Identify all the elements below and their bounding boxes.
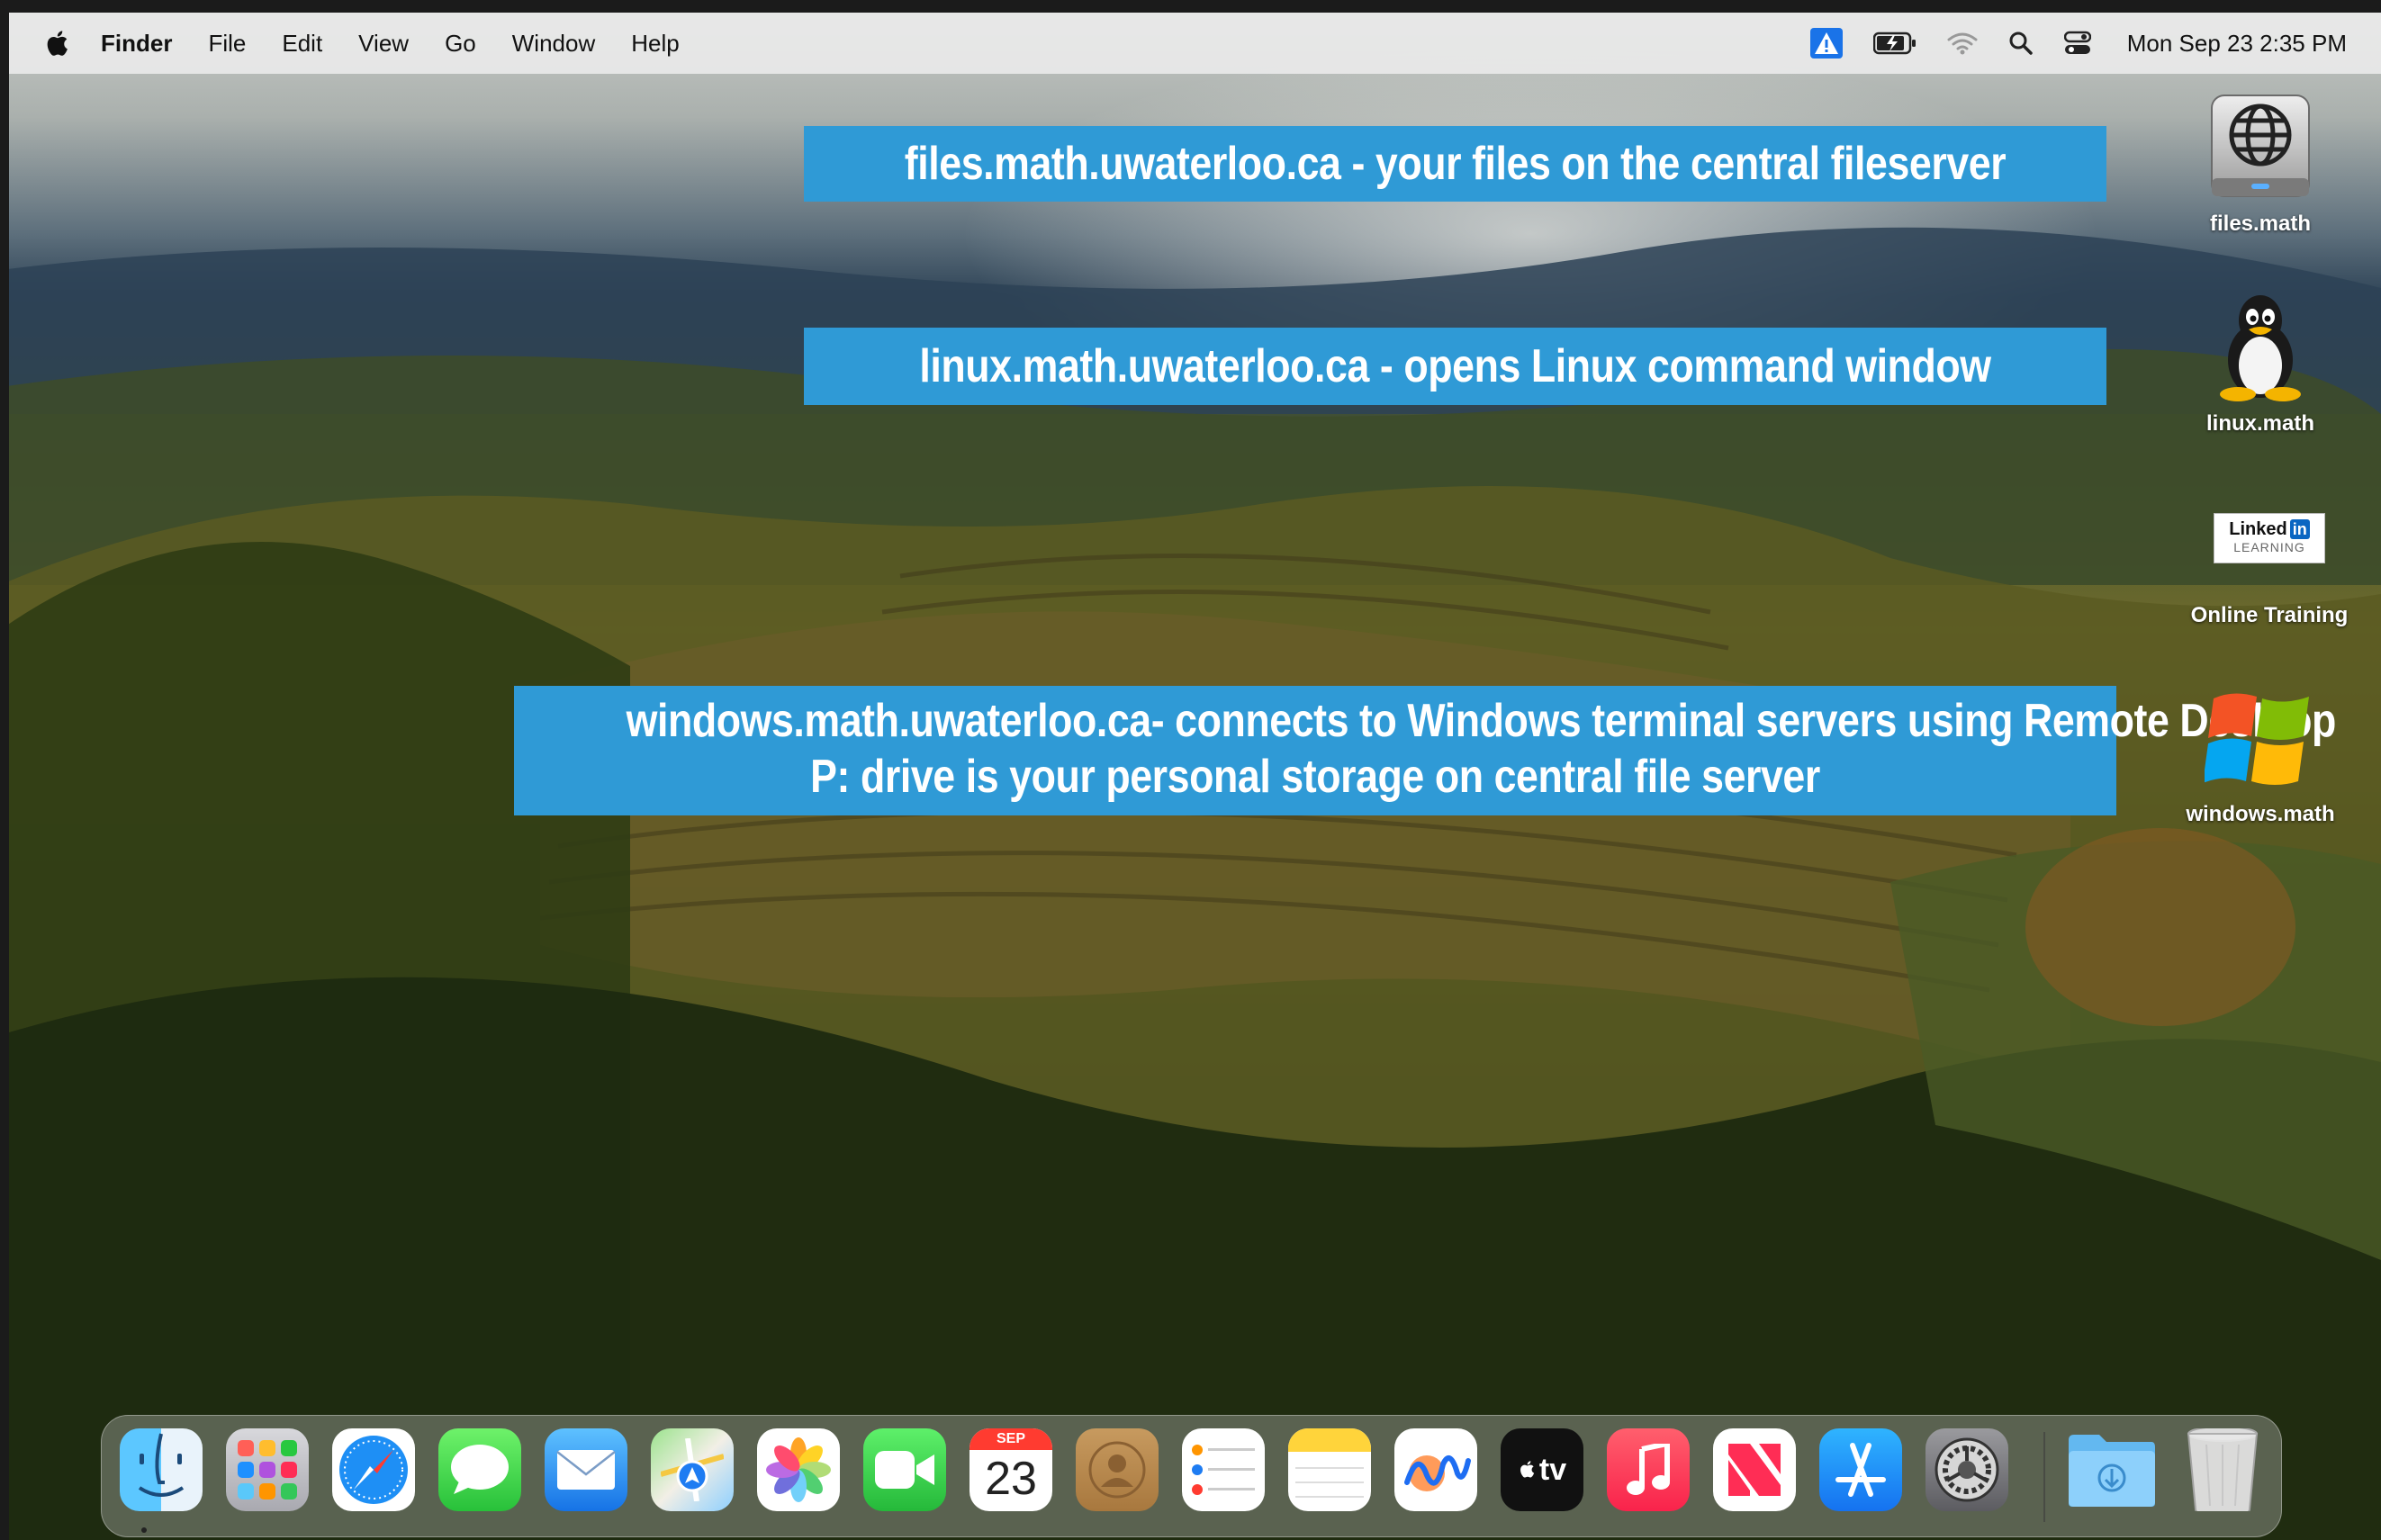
gear-icon [1935,1437,1999,1502]
desktop-icon-windows-math[interactable]: windows.math [2170,686,2350,827]
menu-help[interactable]: Help [631,30,679,58]
dock-finder[interactable] [120,1428,203,1511]
network-drive-icon [2211,95,2310,197]
dock-system-settings[interactable] [1926,1428,2008,1511]
dock-reminders[interactable] [1182,1428,1265,1511]
envelope-icon [556,1450,616,1490]
photos-flower-icon [766,1437,831,1502]
linux-banner-text: linux.math.uwaterloo.ca - opens Linux co… [919,340,1991,392]
menu-bar: Finder File Edit View Go Window Help Mon… [9,13,2381,74]
app-store-icon [1835,1443,1886,1497]
linkedin-learning-subtext: LEARNING [2233,540,2305,554]
linkedin-logo-text: Linked [2229,519,2287,539]
downloads-folder-icon [2069,1435,2155,1507]
calendar-day: 23 [985,1453,1037,1505]
dock-separator [2043,1432,2045,1522]
dock-facetime[interactable] [863,1428,946,1511]
control-center-icon[interactable] [2063,31,2091,56]
finder-running-indicator [141,1527,147,1533]
windows-math-label: windows.math [2186,802,2335,826]
dock-notes[interactable] [1288,1428,1371,1511]
dock-tv[interactable]: tv [1501,1428,1583,1511]
menu-go[interactable]: Go [445,30,476,58]
linkedin-learning-icon: Linked in LEARNING [2214,513,2325,563]
music-note-icon [1627,1444,1670,1495]
dock-music[interactable] [1607,1428,1690,1511]
tv-label: tv [1538,1452,1567,1487]
dock-maps[interactable] [651,1428,734,1511]
linux-server-banner: linux.math.uwaterloo.ca - opens Linux co… [804,328,2106,405]
windows-server-banner: windows.math.uwaterloo.ca- connects to W… [514,686,2337,815]
online-training-label: Online Training [2190,603,2349,627]
linkedin-logo-in: in [2289,519,2310,539]
dock-messages[interactable] [438,1428,521,1511]
battery-charging-icon[interactable] [1872,32,1917,55]
dock-mail[interactable] [545,1428,627,1511]
launchpad-icon [238,1440,297,1499]
reminders-list-icon [1192,1445,1255,1495]
dock-freeform[interactable] [1394,1428,1477,1511]
desktop-icon-online-training[interactable]: Linked in LEARNING Online Training [2170,513,2368,628]
dock-downloads[interactable] [2064,1428,2160,1511]
dock-app-store[interactable] [1819,1428,1902,1511]
dock: SEP 23 tv [101,1415,2282,1537]
dock-calendar[interactable]: SEP 23 [970,1428,1052,1511]
dock-launchpad[interactable] [226,1428,309,1511]
menu-app-name[interactable]: Finder [101,30,172,58]
windows-logo-icon [2203,693,2309,785]
tux-penguin-icon [2220,295,2301,401]
message-bubble-icon [451,1445,509,1494]
alert-icon[interactable] [1809,28,1843,59]
windows-banner-line1: windows.math.uwaterloo.ca- connects to W… [626,695,2337,747]
dock-contacts[interactable] [1076,1428,1159,1511]
contact-person-icon [1088,1441,1146,1499]
freeform-scribble-icon [1404,1454,1471,1491]
files-server-banner: files.math.uwaterloo.ca - your files on … [804,126,2106,202]
wifi-icon[interactable] [1947,32,1978,55]
dock-safari[interactable] [332,1428,415,1511]
window-frame-left [0,0,9,1540]
calendar-month: SEP [970,1428,1052,1450]
windows-banner-line2: P: drive is your personal storage on cen… [810,751,1820,803]
menu-clock[interactable]: Mon Sep 23 2:35 PM [2127,30,2347,58]
video-camera-icon [875,1451,934,1489]
dock-news[interactable] [1713,1428,1796,1511]
files-math-label: files.math [2209,212,2312,236]
finder-icon [138,1433,185,1497]
notes-pad-icon [1288,1428,1371,1498]
menu-view[interactable]: View [358,30,409,58]
search-icon[interactable] [2008,31,2034,56]
linux-math-label: linux.math [2205,411,2314,436]
dock-photos[interactable] [757,1428,840,1511]
desktop-icon-linux-math[interactable]: linux.math [2170,290,2350,437]
window-frame-top [0,0,2381,13]
desktop-icon-files-math[interactable]: files.math [2170,90,2350,237]
apple-logo-icon [1520,1461,1535,1478]
safari-compass-icon [339,1436,408,1504]
menu-window[interactable]: Window [512,30,595,58]
news-icon [1728,1444,1781,1496]
files-banner-text: files.math.uwaterloo.ca - your files on … [904,138,2007,190]
map-pin-icon [661,1438,724,1501]
apple-logo-icon[interactable] [43,28,74,59]
trash-bin-icon [2187,1428,2259,1511]
menu-file[interactable]: File [208,30,246,58]
dock-trash[interactable] [2178,1428,2268,1511]
menu-edit[interactable]: Edit [282,30,322,58]
